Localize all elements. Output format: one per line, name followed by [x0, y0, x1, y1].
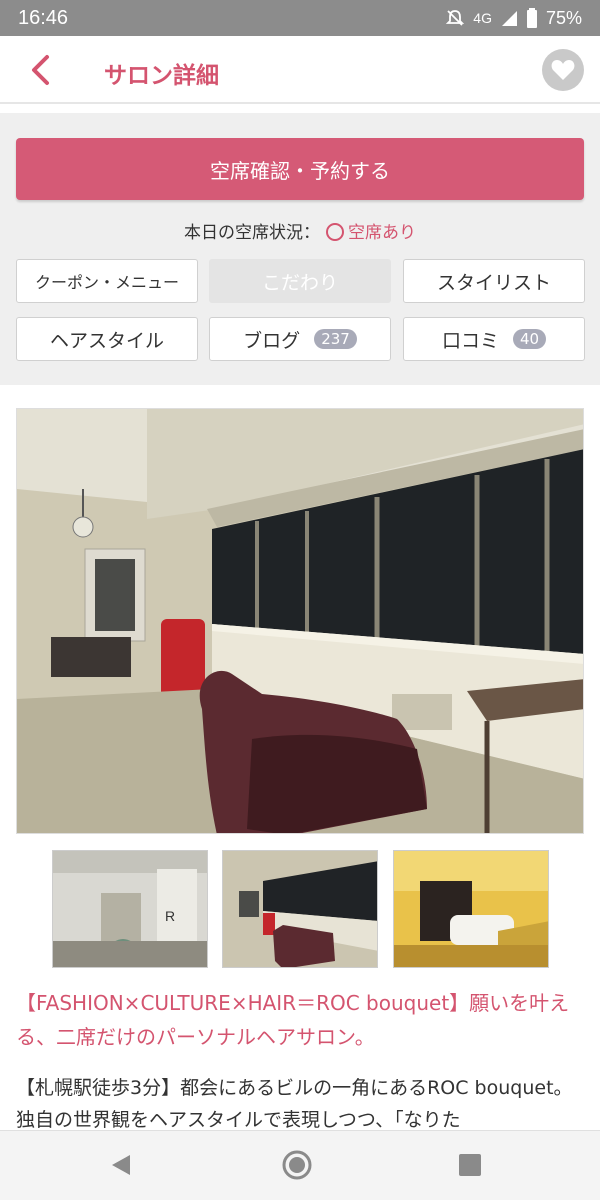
status-time: 16:46 [18, 6, 69, 29]
salon-entrance-photo: R [53, 851, 207, 967]
availability-status: 本日の空席状況： 空席あり [0, 218, 600, 243]
reviews-count-badge: 40 [512, 329, 547, 349]
availability-label: 本日の空席状況： [184, 223, 320, 243]
status-bar: 16:46 4G 75% [0, 0, 600, 36]
main-salon-photo[interactable] [16, 408, 584, 834]
tab-blog[interactable]: ブログ 237 [209, 317, 391, 361]
availability-value: 空席あり [348, 223, 416, 243]
signal-icon [500, 9, 518, 27]
battery-icon [526, 8, 538, 28]
nav-home-icon[interactable] [281, 1149, 313, 1181]
battery-level: 75% [545, 7, 582, 28]
salon-action-panel: 空席確認・予約する 本日の空席状況： 空席あり クーポン・メニュー こだわり スタ… [0, 113, 600, 385]
nav-back-icon[interactable] [110, 1153, 132, 1177]
available-circle-icon [326, 223, 344, 241]
salon-description: 【札幌駅徒歩3分】都会にあるビルの一角にあるROC bouquet。独自の世界観… [16, 1077, 573, 1130]
reserve-button[interactable]: 空席確認・予約する [16, 138, 584, 200]
salon-interior-photo [17, 409, 583, 833]
salon-shampoo-area-photo [394, 851, 548, 967]
mute-icon [445, 8, 465, 28]
back-button[interactable] [24, 52, 56, 88]
app-header: サロン詳細 [0, 36, 600, 104]
status-icons: 4G 75% [445, 8, 582, 29]
svg-text:R: R [165, 908, 175, 924]
thumbnail-3[interactable] [393, 850, 549, 968]
network-label: 4G [473, 10, 492, 26]
tab-reviews[interactable]: 口コミ 40 [403, 317, 585, 361]
tab-reviews-label: 口コミ [441, 329, 499, 352]
salon-catchphrase: 【FASHION×CULTURE×HAIR＝ROC bouquet】願いを叶える… [16, 991, 570, 1049]
tab-stylist[interactable]: スタイリスト [403, 259, 585, 303]
blog-count-badge: 237 [314, 329, 357, 349]
heart-icon [551, 60, 575, 80]
favorite-button[interactable] [542, 49, 584, 91]
thumbnail-2[interactable] [222, 850, 378, 968]
tab-blog-label: ブログ [243, 329, 301, 352]
tab-kodawari: こだわり [209, 259, 391, 303]
chevron-left-icon [32, 55, 49, 85]
nav-recent-icon[interactable] [459, 1154, 481, 1176]
tab-hairstyle[interactable]: ヘアスタイル [16, 317, 198, 361]
salon-interior-photo [223, 851, 377, 967]
tab-coupon-menu[interactable]: クーポン・メニュー [16, 259, 198, 303]
page-title: サロン詳細 [104, 63, 219, 89]
system-nav-bar [0, 1130, 600, 1200]
thumbnail-1[interactable]: R [52, 850, 208, 968]
